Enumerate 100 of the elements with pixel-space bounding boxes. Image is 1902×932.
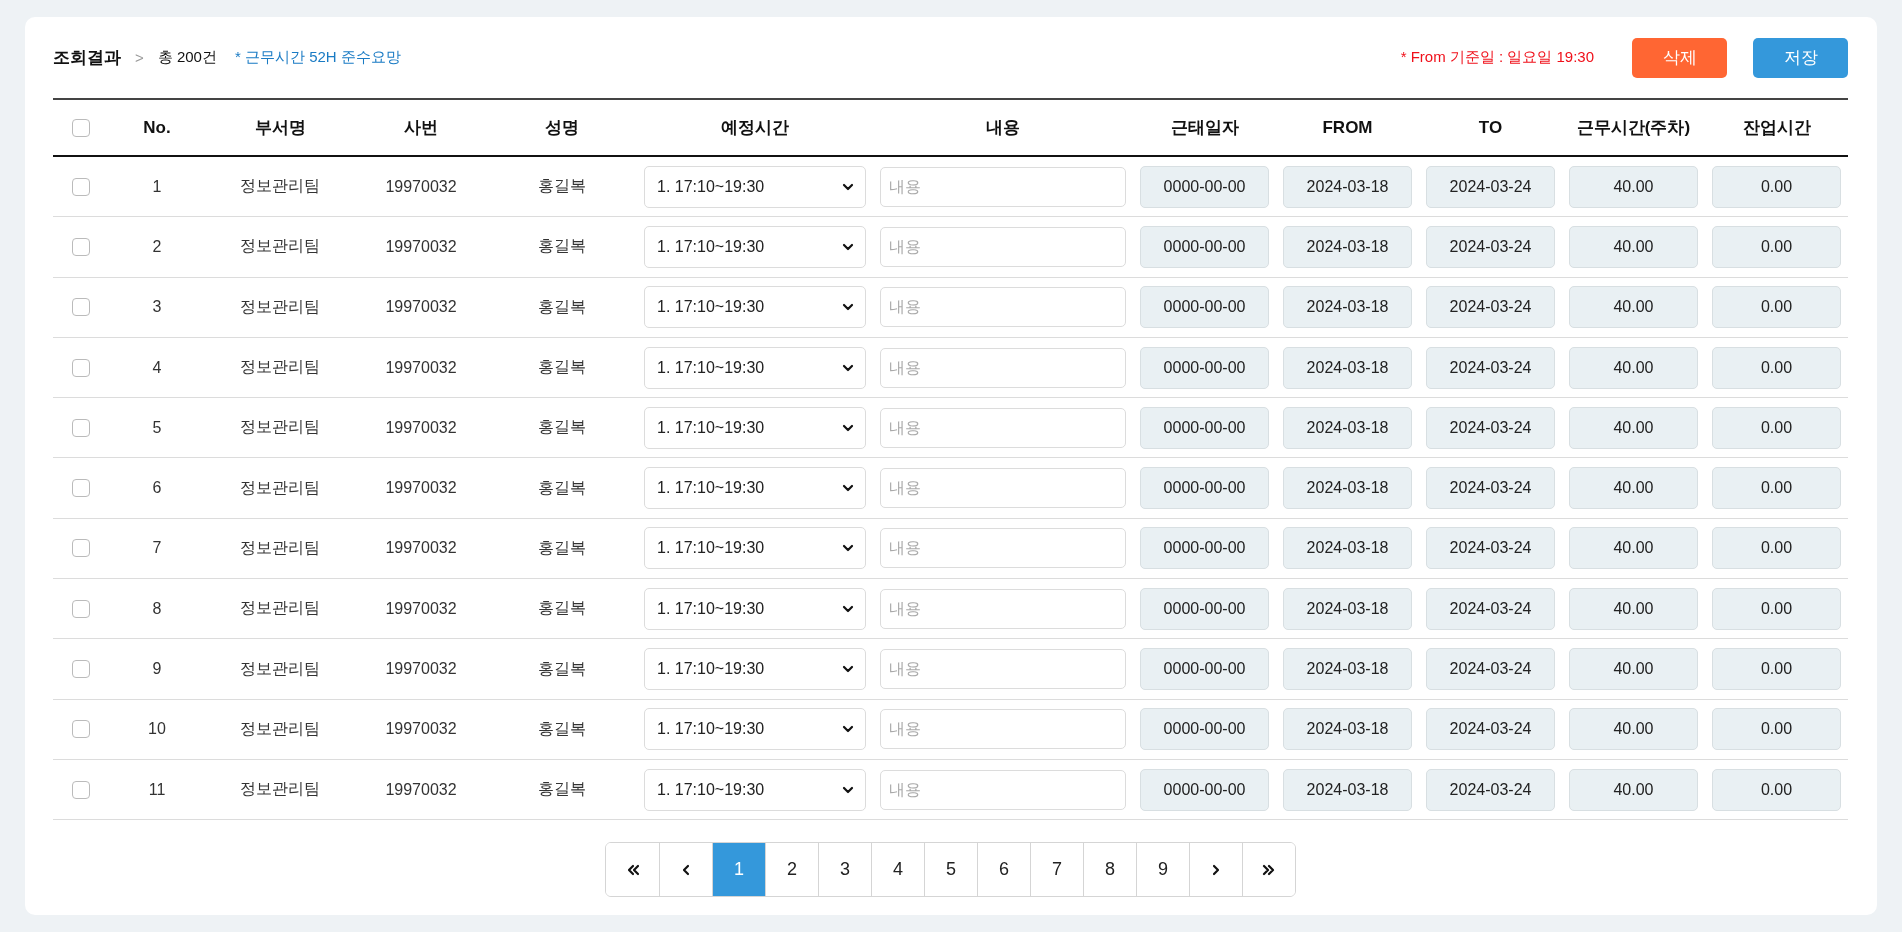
department-cell-text: 정보관리팀 (239, 236, 321, 257)
schedule-select[interactable]: 1. 17:10~19:30 (644, 406, 866, 449)
date-field: 0000-00-00 (1140, 648, 1269, 690)
checkbox[interactable] (72, 599, 90, 618)
name-cell-text: 홍길복 (537, 598, 587, 619)
content-input[interactable]: 내용 (880, 287, 1126, 328)
department-cell-text: 정보관리팀 (239, 658, 321, 679)
from-date-field: 2024-03-18 (1283, 648, 1412, 690)
date-field: 0000-00-00 (1140, 768, 1269, 811)
checkbox[interactable] (72, 539, 90, 558)
schedule-select[interactable]: 1. 17:10~19:30 (644, 225, 866, 268)
from-date-field: 2024-03-18 (1283, 225, 1412, 268)
column-header: 근태일자 (1169, 117, 1240, 139)
date-field: 0000-00-00 (1140, 527, 1269, 570)
work-hours-field: 40.00 (1569, 406, 1698, 449)
department-cell-text: 정보관리팀 (239, 718, 321, 739)
name-cell-text: 홍길복 (537, 779, 587, 800)
work-hours-field: 40.00 (1569, 165, 1698, 208)
checkbox[interactable] (72, 418, 90, 437)
content-input[interactable]: 내용 (880, 166, 1126, 207)
content-input[interactable]: 내용 (880, 588, 1126, 629)
name-cell-text: 홍길복 (537, 718, 587, 739)
column-header: 부서명 (253, 117, 307, 139)
row-number: 7 (151, 539, 163, 558)
date-field: 0000-00-00 (1140, 467, 1269, 510)
checkbox[interactable] (72, 298, 90, 317)
schedule-select[interactable]: 1. 17:10~19:30 (644, 346, 866, 389)
content-input[interactable]: 내용 (880, 407, 1126, 448)
schedule-select[interactable]: 1. 17:10~19:30 (644, 527, 866, 570)
date-field: 0000-00-00 (1140, 225, 1269, 268)
employee-number-cell-text: 19970032 (384, 358, 458, 377)
from-date-field: 2024-03-18 (1283, 768, 1412, 811)
overtime-field: 0.00 (1712, 467, 1841, 510)
work-hours-field: 40.00 (1569, 768, 1698, 811)
name-cell-text: 홍길복 (537, 357, 587, 378)
work-hours-field: 40.00 (1569, 587, 1698, 630)
checkbox[interactable] (72, 780, 90, 799)
overtime-field: 0.00 (1712, 346, 1841, 389)
row-number: 1 (151, 177, 163, 196)
content-input[interactable]: 내용 (880, 769, 1126, 810)
column-header: 잔업시간 (1741, 117, 1812, 139)
schedule-select[interactable]: 1. 17:10~19:30 (644, 286, 866, 329)
name-cell-text: 홍길복 (537, 236, 587, 257)
schedule-select[interactable]: 1. 17:10~19:30 (644, 165, 866, 208)
column-header: TO (1477, 117, 1504, 138)
work-hours-field: 40.00 (1569, 225, 1698, 268)
employee-number-cell-text: 19970032 (384, 237, 458, 256)
department-cell-text: 정보관리팀 (239, 296, 321, 317)
content-input[interactable]: 내용 (880, 528, 1126, 569)
column-header: 사번 (403, 117, 439, 139)
content-input[interactable]: 내용 (880, 709, 1126, 750)
column-header: FROM (1321, 117, 1374, 138)
employee-number-cell-text: 19970032 (384, 298, 458, 317)
overtime-field: 0.00 (1712, 768, 1841, 811)
row-number: 2 (151, 237, 163, 256)
work-hours-field: 40.00 (1569, 467, 1698, 510)
content-input[interactable]: 내용 (880, 649, 1126, 689)
content-input[interactable]: 내용 (880, 347, 1126, 388)
to-date-field: 2024-03-24 (1426, 527, 1555, 570)
work-hours-field: 40.00 (1569, 527, 1698, 570)
checkbox[interactable] (72, 660, 90, 678)
name-cell-text: 홍길복 (537, 537, 587, 558)
employee-number-cell-text: 19970032 (384, 479, 458, 498)
overtime-field: 0.00 (1712, 587, 1841, 630)
work-hours-field: 40.00 (1569, 346, 1698, 389)
checkbox[interactable] (72, 237, 90, 256)
checkbox[interactable] (72, 479, 90, 498)
overtime-field: 0.00 (1712, 527, 1841, 570)
row-number: 9 (151, 660, 163, 678)
checkbox[interactable] (72, 358, 90, 377)
schedule-select[interactable]: 1. 17:10~19:30 (644, 768, 866, 811)
content-input[interactable]: 내용 (880, 226, 1126, 267)
row-number: 10 (147, 720, 167, 739)
checkbox[interactable] (72, 177, 90, 196)
work-hours-field: 40.00 (1569, 648, 1698, 690)
schedule-select[interactable]: 1. 17:10~19:30 (644, 708, 866, 751)
overtime-field: 0.00 (1712, 708, 1841, 751)
department-cell-text: 정보관리팀 (239, 417, 321, 438)
name-cell-text: 홍길복 (537, 176, 587, 197)
checkbox[interactable] (72, 118, 90, 137)
section-title: 조회결과 (53, 47, 121, 69)
basis-note: * From 기준일 : 일요일 19:30 (1400, 48, 1594, 67)
row-number: 3 (151, 298, 163, 317)
department-cell-text: 정보관리팀 (239, 357, 321, 378)
schedule-select[interactable]: 1. 17:10~19:30 (644, 467, 866, 510)
from-date-field: 2024-03-18 (1283, 165, 1412, 208)
content-input[interactable]: 내용 (880, 468, 1126, 509)
to-date-field: 2024-03-24 (1426, 708, 1555, 751)
schedule-select[interactable]: 1. 17:10~19:30 (644, 587, 866, 630)
double-chevron-left-icon (625, 862, 640, 877)
last-page-button[interactable] (1242, 843, 1295, 897)
date-field: 0000-00-00 (1140, 406, 1269, 449)
column-header: 예정시간 (720, 117, 790, 139)
employee-number-cell-text: 19970032 (384, 418, 458, 437)
department-cell-text: 정보관리팀 (239, 176, 321, 197)
schedule-select[interactable]: 1. 17:10~19:30 (644, 648, 866, 690)
overtime-field: 0.00 (1712, 648, 1841, 690)
checkbox[interactable] (72, 720, 90, 739)
department-cell-text: 정보관리팀 (239, 598, 321, 619)
date-field: 0000-00-00 (1140, 346, 1269, 389)
